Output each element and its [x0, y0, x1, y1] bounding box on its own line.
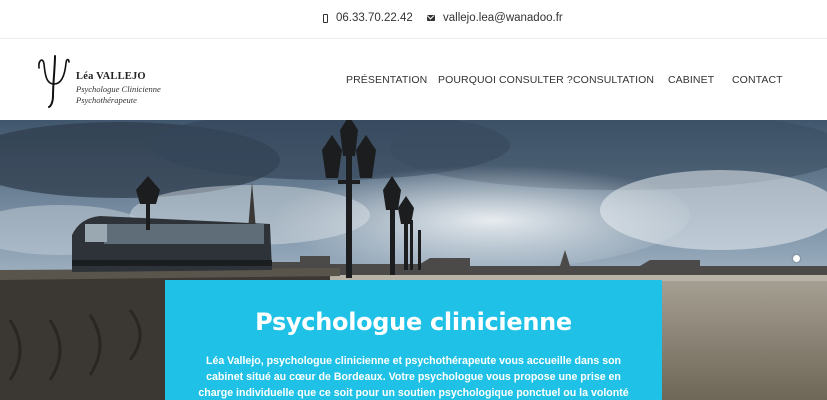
nav-contact[interactable]: CONTACT: [732, 74, 783, 86]
top-contact-bar: 06.33.70.22.42 vallejo.lea@wanadoo.fr: [0, 0, 827, 39]
phone-number[interactable]: 06.33.70.22.42: [336, 12, 413, 24]
psi-logo-icon: [38, 55, 70, 108]
email-contact[interactable]: vallejo.lea@wanadoo.fr: [427, 12, 563, 24]
hero-slider: Psychologue clinicienne Léa Vallejo, psy…: [0, 120, 827, 400]
phone-contact[interactable]: 06.33.70.22.42: [323, 12, 413, 24]
hero-title: Psychologue clinicienne: [255, 308, 572, 336]
phone-icon: [323, 13, 328, 23]
slider-dot[interactable]: [793, 255, 800, 262]
logo-title: Psychologue Clinicienne: [76, 84, 161, 94]
hero-panel: Psychologue clinicienne Léa Vallejo, psy…: [165, 280, 662, 400]
nav-presentation[interactable]: PRÉSENTATION: [346, 74, 427, 86]
mail-icon: [427, 15, 435, 21]
site-header: Léa VALLEJO Psychologue Clinicienne Psyc…: [0, 40, 827, 120]
hero-description: Léa Vallejo, psychologue clinicienne et …: [198, 355, 629, 399]
site-logo[interactable]: Léa VALLEJO Psychologue Clinicienne Psyc…: [34, 54, 174, 110]
email-address[interactable]: vallejo.lea@wanadoo.fr: [443, 12, 563, 24]
logo-subtitle: Psychothérapeute: [76, 95, 137, 105]
logo-name: Léa VALLEJO: [76, 71, 146, 82]
nav-cabinet[interactable]: CABINET: [668, 74, 714, 86]
nav-consultation[interactable]: CONSULTATION: [573, 74, 654, 86]
nav-pourquoi-consulter[interactable]: POURQUOI CONSULTER ?: [438, 74, 573, 86]
